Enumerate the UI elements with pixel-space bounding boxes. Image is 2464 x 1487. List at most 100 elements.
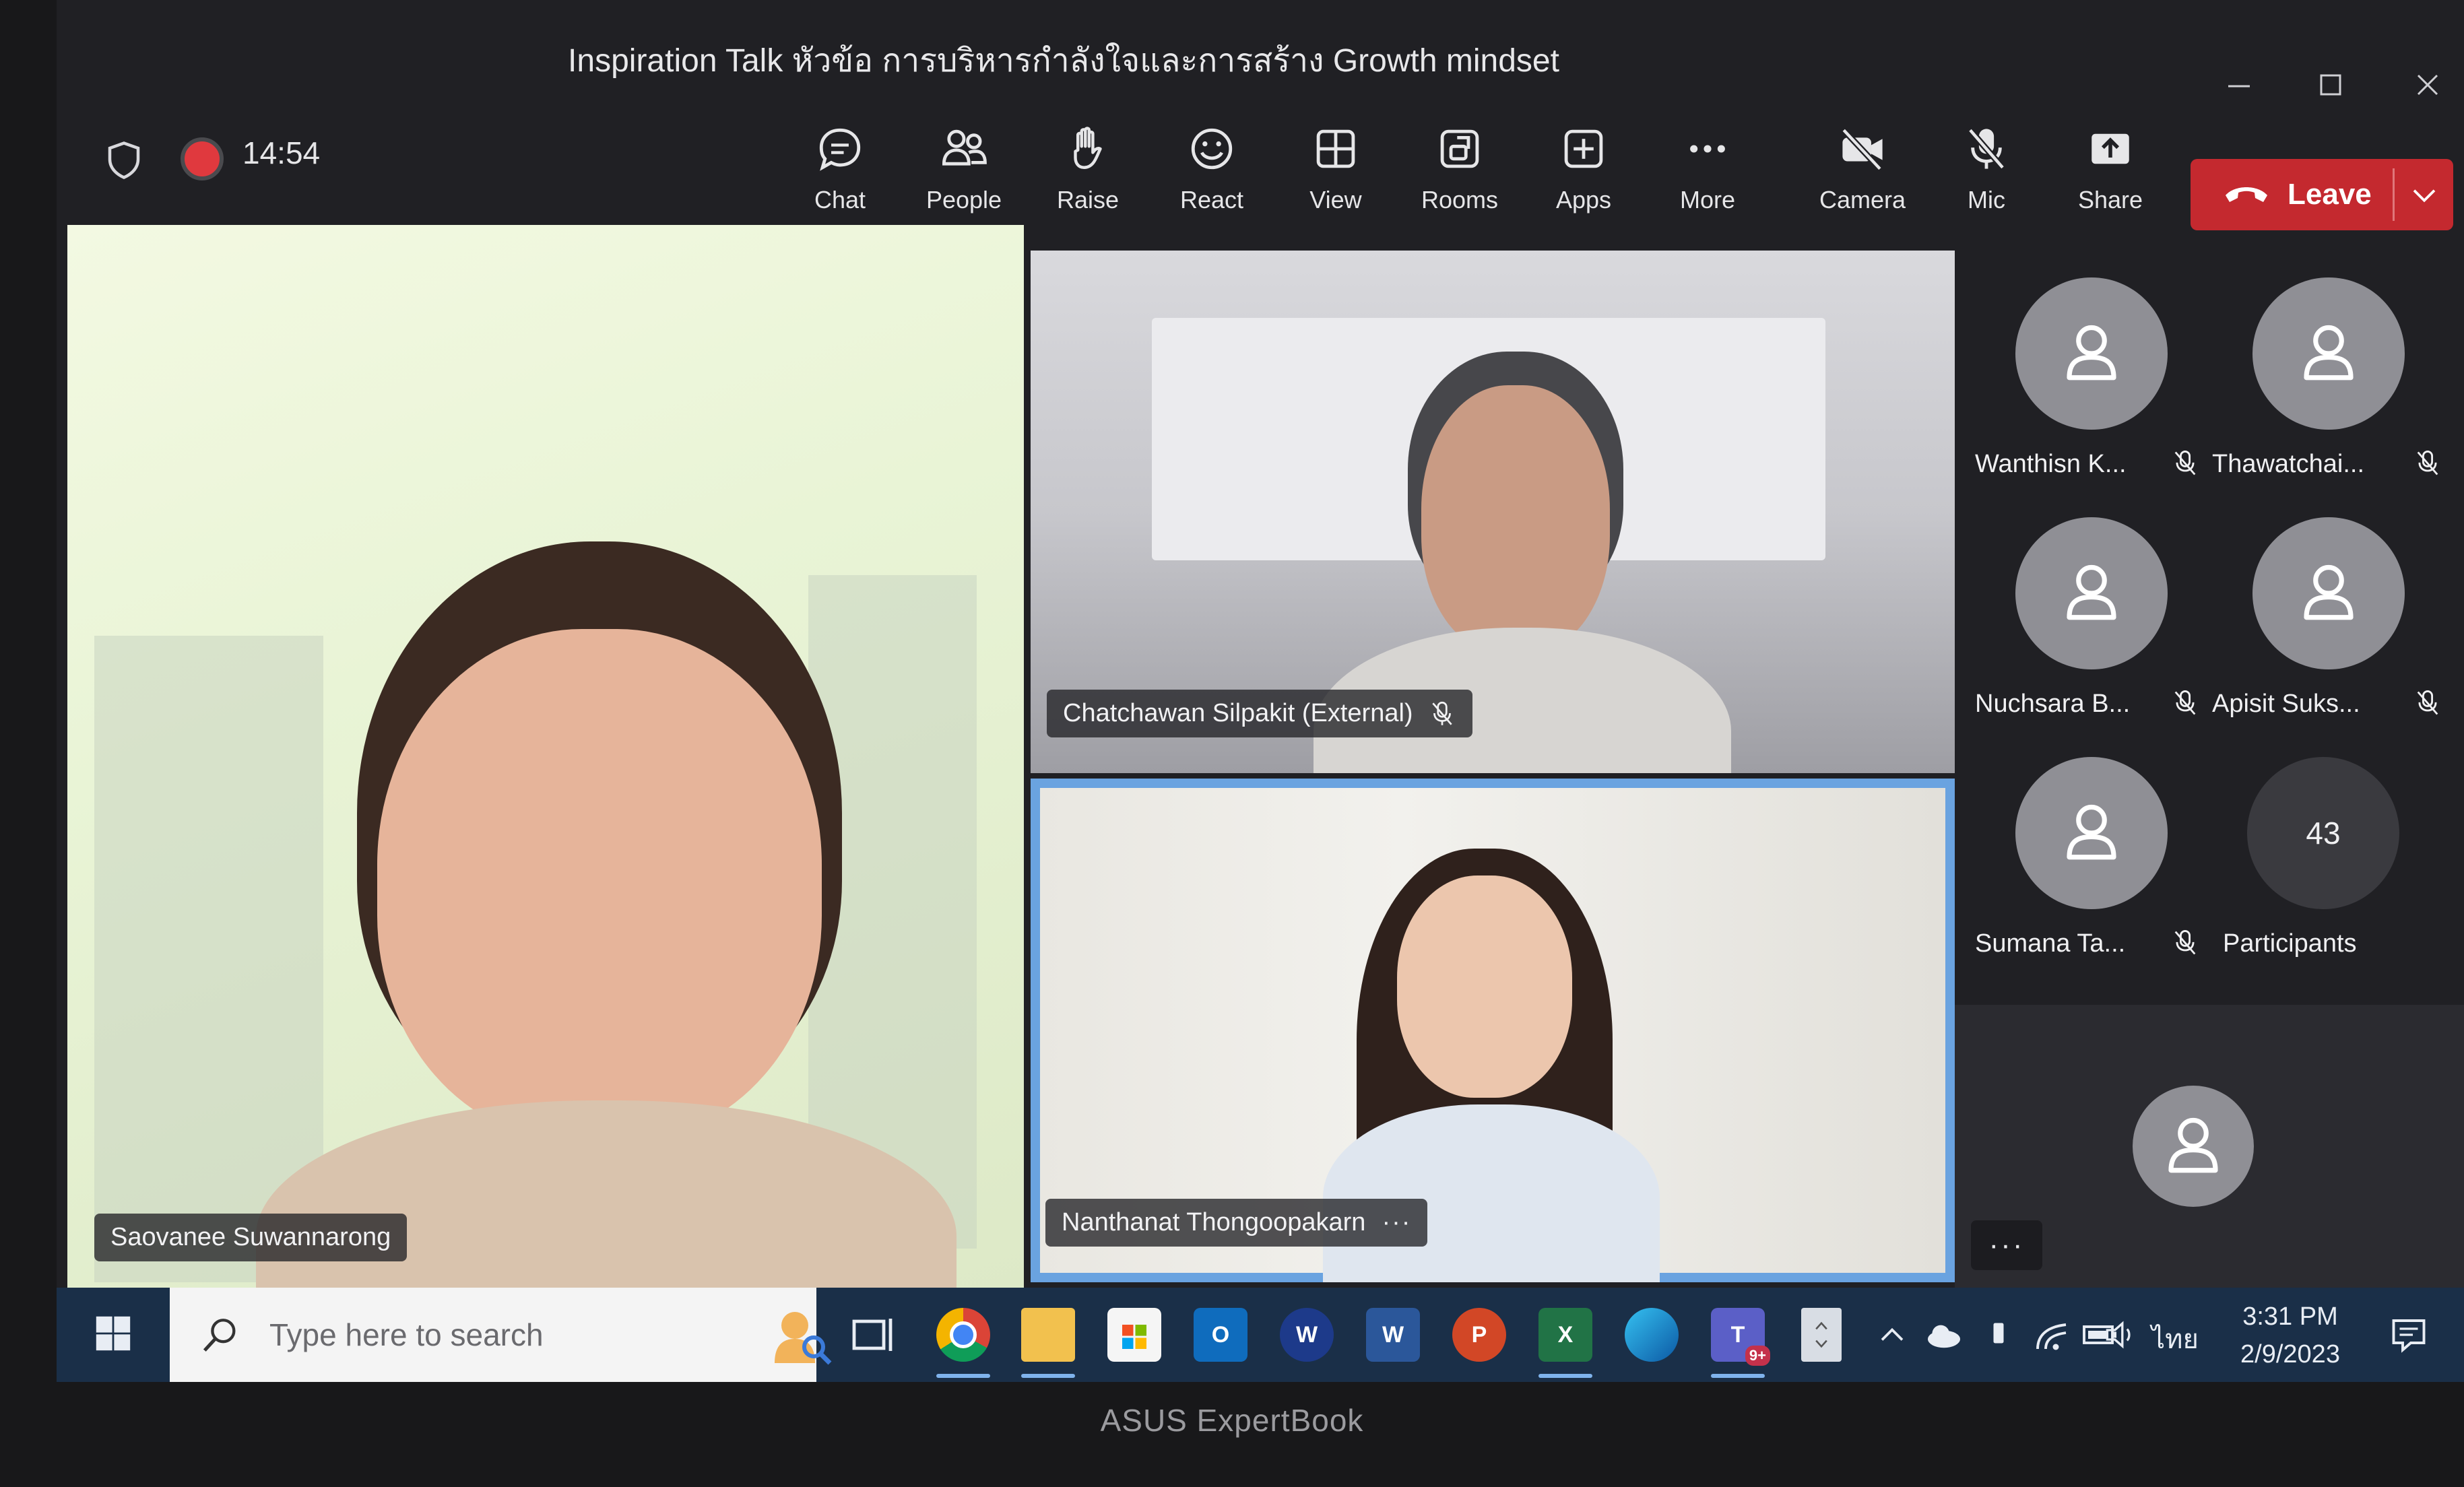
powerpoint-icon[interactable]: P bbox=[1452, 1308, 1506, 1362]
notification-center-icon[interactable] bbox=[2389, 1315, 2429, 1355]
apps-label: Apps bbox=[1555, 186, 1612, 213]
more-label: More bbox=[1679, 186, 1736, 213]
share-label: Share bbox=[2077, 186, 2143, 213]
mic-off-icon bbox=[2174, 690, 2196, 715]
window-title: Inspiration Talk หัวข้อ การบริหารกำลังใจ… bbox=[568, 43, 1559, 79]
mic-off-icon bbox=[2417, 690, 2438, 715]
person-icon bbox=[2067, 564, 2116, 620]
leave-button[interactable]: Leave bbox=[2191, 159, 2453, 230]
chrome-icon[interactable] bbox=[936, 1308, 990, 1362]
title-bar: Inspiration Talk หัวข้อ การบริหารกำลังใจ… bbox=[57, 0, 2464, 121]
shield-icon bbox=[108, 141, 140, 179]
taskbar-scroll-icon[interactable] bbox=[1801, 1308, 1842, 1362]
raise-hand-icon bbox=[1074, 127, 1102, 169]
clock-time[interactable]: 3:31 PM bbox=[2216, 1302, 2364, 1331]
excel-icon[interactable]: X bbox=[1538, 1308, 1592, 1362]
roster-name: Nuchsara B... bbox=[1975, 690, 2131, 718]
search-highlight-icon bbox=[775, 1312, 832, 1365]
chevron-down-icon[interactable] bbox=[2407, 178, 2441, 211]
minimize-button[interactable] bbox=[2219, 65, 2259, 105]
react-button[interactable]: React bbox=[1155, 121, 1269, 237]
participants-label: Participants bbox=[2223, 929, 2357, 958]
camera-button[interactable]: Camera bbox=[1805, 121, 1920, 237]
search-icon bbox=[203, 1319, 236, 1352]
camera-label: Camera bbox=[1819, 186, 1906, 213]
leave-divider bbox=[2393, 168, 2395, 221]
share-icon bbox=[2092, 133, 2129, 164]
people-button[interactable]: People bbox=[907, 121, 1021, 237]
teams-icon[interactable]: T 9+ bbox=[1711, 1308, 1770, 1366]
webex-icon[interactable]: W bbox=[1280, 1308, 1334, 1362]
chat-icon bbox=[819, 128, 861, 171]
roster-item[interactable]: Apisit Suks... bbox=[2205, 477, 2448, 719]
meeting-toolbar: 14:54 Chat People Raise React View Rooms… bbox=[57, 121, 2464, 237]
maximize-button[interactable] bbox=[2310, 65, 2351, 105]
avatar bbox=[2015, 517, 2168, 669]
mic-off-icon bbox=[1968, 128, 2005, 170]
edge-icon[interactable] bbox=[1625, 1308, 1679, 1362]
roster-name: Apisit Suks... bbox=[2212, 690, 2360, 718]
people-label: People bbox=[926, 186, 1002, 213]
minimize-icon bbox=[2228, 85, 2250, 88]
outlook-icon[interactable]: O bbox=[1194, 1308, 1247, 1362]
view-label: View bbox=[1309, 186, 1362, 213]
view-button[interactable]: View bbox=[1278, 121, 1393, 237]
roster-item[interactable]: Thawatchai... bbox=[2205, 237, 2448, 480]
video-tile-saovanee[interactable]: Saovanee Suwannarong bbox=[67, 225, 1024, 1288]
tile-name-label: Chatchawan Silpakit (External) bbox=[1047, 690, 1472, 737]
apps-button[interactable]: Apps bbox=[1526, 121, 1641, 237]
taskbar-search-box[interactable]: Type here to search bbox=[170, 1288, 832, 1382]
search-placeholder: Type here to search bbox=[269, 1317, 544, 1352]
onedrive-icon[interactable] bbox=[1922, 1308, 1966, 1362]
participants-count-button[interactable]: 43 Participants bbox=[2205, 717, 2448, 959]
more-dots-icon bbox=[1690, 145, 1725, 153]
store-grid-icon bbox=[1122, 1325, 1146, 1349]
self-view-tile[interactable]: ··· bbox=[1955, 1005, 2464, 1288]
word-icon[interactable]: W bbox=[1366, 1308, 1420, 1362]
device-brand: ASUS ExpertBook bbox=[1100, 1403, 1364, 1438]
raise-label: Raise bbox=[1056, 186, 1120, 213]
teams-badge: 9+ bbox=[1745, 1346, 1770, 1366]
raise-hand-button[interactable]: Raise bbox=[1031, 121, 1145, 237]
chevron-up-icon[interactable] bbox=[1875, 1308, 1909, 1362]
active-app-indicator bbox=[1711, 1374, 1765, 1378]
tile-more-options[interactable]: ··· bbox=[1382, 1208, 1411, 1237]
self-view-more-button[interactable]: ··· bbox=[1971, 1220, 2042, 1270]
clock-date[interactable]: 2/9/2023 bbox=[2216, 1340, 2364, 1369]
video-tile-chatchawan[interactable]: Chatchawan Silpakit (External) bbox=[1031, 251, 1955, 773]
wifi-icon[interactable] bbox=[2032, 1308, 2072, 1362]
roster-item[interactable]: Nuchsara B... bbox=[1968, 477, 2211, 719]
microsoft-store-icon[interactable] bbox=[1107, 1308, 1161, 1362]
task-view-icon[interactable] bbox=[846, 1308, 900, 1362]
close-icon bbox=[2417, 74, 2438, 96]
file-explorer-icon[interactable] bbox=[1021, 1308, 1075, 1362]
video-tile-nanthanat[interactable]: Nanthanat Thongoopakarn ··· bbox=[1031, 779, 1955, 1282]
grid-view-icon bbox=[1316, 129, 1355, 168]
roster-name: Wanthisn K... bbox=[1975, 450, 2127, 478]
mic-off-icon bbox=[2174, 929, 2196, 955]
chat-label: Chat bbox=[814, 186, 866, 213]
person-icon bbox=[2304, 564, 2354, 620]
maximize-icon bbox=[2320, 74, 2341, 96]
mic-off-icon bbox=[2417, 450, 2438, 475]
volume-icon[interactable] bbox=[2102, 1308, 2139, 1362]
participant-body bbox=[1323, 1104, 1660, 1282]
mic-label: Mic bbox=[1968, 186, 2005, 213]
participant-face bbox=[377, 629, 822, 1141]
close-button[interactable] bbox=[2407, 65, 2448, 105]
share-button[interactable]: Share bbox=[2053, 121, 2168, 237]
avatar bbox=[2015, 757, 2168, 909]
roster-item[interactable]: Wanthisn K... bbox=[1968, 237, 2211, 480]
camera-off-icon bbox=[1841, 128, 1883, 171]
roster-name: Sumana Ta... bbox=[1975, 929, 2126, 958]
recording-indicator-icon bbox=[181, 137, 224, 180]
usb-device-icon[interactable] bbox=[1982, 1308, 2015, 1362]
participant-face bbox=[1397, 875, 1572, 1098]
more-button[interactable]: More bbox=[1650, 121, 1765, 237]
roster-item[interactable]: Sumana Ta... bbox=[1968, 717, 2211, 959]
input-language[interactable]: ไทย bbox=[2151, 1317, 2199, 1360]
mic-button[interactable]: Mic bbox=[1929, 121, 2044, 237]
windows-start-icon[interactable] bbox=[94, 1315, 132, 1352]
rooms-button[interactable]: Rooms bbox=[1402, 121, 1517, 237]
chat-button[interactable]: Chat bbox=[783, 121, 897, 237]
